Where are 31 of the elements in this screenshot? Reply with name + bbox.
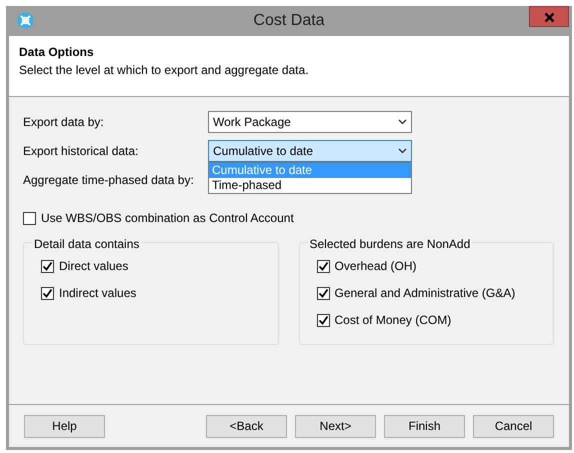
dropdown-option[interactable]: Time-phased bbox=[209, 178, 411, 193]
checkbox-label: Indirect values bbox=[59, 285, 136, 302]
close-icon bbox=[544, 12, 554, 23]
wizard-button[interactable]: Next> bbox=[295, 414, 376, 438]
checkbox[interactable] bbox=[316, 260, 330, 272]
wizard-button[interactable]: Finish bbox=[384, 414, 465, 438]
checkbox[interactable] bbox=[41, 260, 54, 272]
header-title: Data Options bbox=[19, 44, 95, 61]
chevron-icon bbox=[398, 119, 407, 125]
wizard-button[interactable]: <Back bbox=[206, 414, 287, 438]
help-button[interactable]: Help bbox=[24, 414, 105, 438]
checkbox-label: Overhead (OH) bbox=[334, 258, 417, 275]
checkbox-label: Direct values bbox=[59, 258, 128, 275]
dropdown[interactable]: Work Package bbox=[208, 111, 412, 133]
field-label: Export data by: bbox=[23, 114, 105, 131]
checkbox[interactable] bbox=[316, 314, 330, 326]
checkbox-label: General and Administrative (G&A) bbox=[334, 285, 516, 302]
checkbox[interactable] bbox=[23, 212, 36, 224]
header-subtitle: Select the level at which to export and aggregate data. bbox=[19, 62, 310, 79]
checkbox-label: Cost of Money (COM) bbox=[334, 312, 452, 329]
window-title: Cost Data bbox=[252, 11, 326, 31]
field-label: Aggregate time-phased data by: bbox=[23, 172, 195, 189]
wizard-button[interactable]: Cancel bbox=[473, 414, 554, 438]
app-icon bbox=[17, 12, 34, 29]
checkbox[interactable] bbox=[41, 286, 54, 300]
chevron-icon bbox=[398, 148, 407, 154]
close-button[interactable] bbox=[529, 6, 569, 27]
dropdown[interactable]: Cumulative to date bbox=[208, 140, 412, 162]
checkbox[interactable] bbox=[316, 286, 330, 300]
field-label: Export historical data: bbox=[23, 143, 140, 160]
checkbox-label: Use WBS/OBS combination as Control Account bbox=[41, 210, 294, 227]
